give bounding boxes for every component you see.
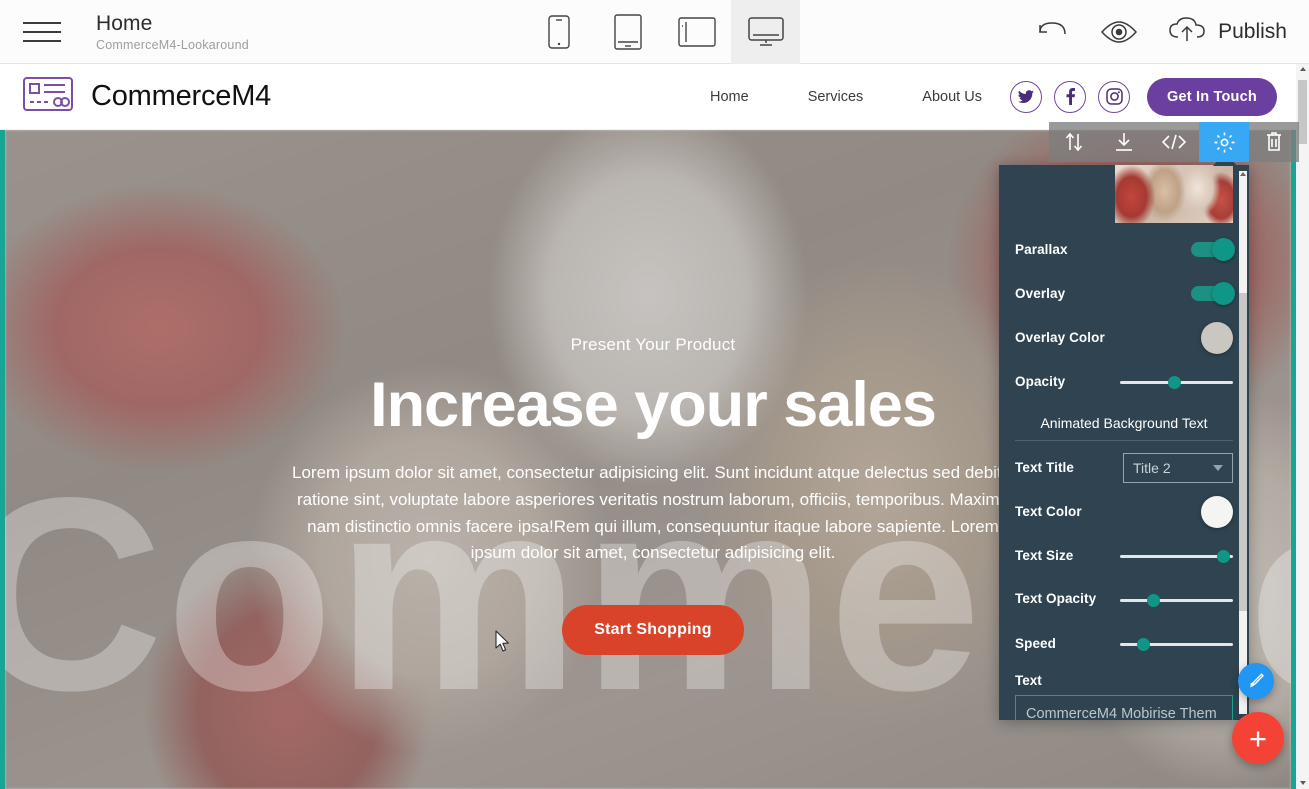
text-opacity-label: Text Opacity — [1015, 591, 1097, 607]
brand[interactable]: CommerceM4 — [22, 75, 271, 118]
text-size-slider[interactable] — [1120, 545, 1233, 567]
device-tablet-landscape-button[interactable] — [662, 0, 731, 64]
text-color-row: Text Color — [1015, 494, 1233, 529]
code-icon[interactable] — [1149, 122, 1199, 162]
page-scrollbar[interactable] — [1296, 64, 1309, 789]
text-title-select[interactable]: Title 2 — [1123, 452, 1233, 483]
editor-root: Home CommerceM4-Lookaround Publish Comme… — [0, 0, 1309, 789]
device-desktop-button[interactable] — [731, 0, 800, 64]
twitter-icon[interactable] — [1010, 80, 1042, 113]
page-title: Home — [96, 11, 153, 35]
overlay-color-label: Overlay Color — [1015, 330, 1105, 345]
site-navbar: CommerceM4 Home Services About Us Get In… — [0, 64, 1296, 130]
pen-icon[interactable] — [1238, 663, 1274, 699]
social-links — [1010, 80, 1130, 113]
speed-label: Speed — [1015, 636, 1057, 651]
device-tablet-portrait-button[interactable] — [593, 0, 662, 64]
overlay-color-row: Overlay Color — [1015, 320, 1233, 355]
trash-icon[interactable] — [1249, 122, 1299, 162]
background-image-thumbnail[interactable] — [1115, 165, 1233, 223]
parallax-row: Parallax — [1015, 232, 1235, 267]
text-color-swatch[interactable] — [1201, 495, 1233, 528]
text-opacity-slider[interactable] — [1120, 589, 1233, 611]
download-icon[interactable] — [1099, 122, 1149, 162]
start-shopping-button[interactable]: Start Shopping — [562, 604, 744, 655]
device-preview-group — [524, 0, 800, 64]
block-toolbar — [1049, 122, 1299, 162]
animated-text-input[interactable] — [1015, 695, 1233, 720]
site-nav-links: Home Services About Us — [710, 89, 982, 105]
publish-button[interactable]: Publish — [1168, 16, 1287, 49]
overlay-color-swatch[interactable] — [1201, 321, 1233, 354]
speed-row: Speed — [1015, 626, 1233, 661]
page-subtitle: CommerceM4-Lookaround — [96, 37, 249, 52]
animated-bg-text-section-title: Animated Background Text — [1015, 415, 1233, 441]
nav-link-services[interactable]: Services — [808, 89, 864, 105]
editor-actions: Publish — [1036, 0, 1287, 64]
instagram-icon[interactable] — [1098, 80, 1130, 113]
publish-label: Publish — [1218, 20, 1287, 43]
facebook-icon[interactable] — [1054, 80, 1086, 113]
hero-title: Increase your sales — [370, 370, 937, 440]
panel-scrollbar[interactable] — [1239, 171, 1247, 714]
parallax-toggle[interactable] — [1191, 238, 1235, 261]
text-field-label: Text — [1015, 673, 1042, 688]
hero-kicker: Present Your Product — [570, 335, 736, 354]
hero-paragraph: Lorem ipsum dolor sit amet, consectetur … — [292, 463, 1014, 563]
nav-link-home[interactable]: Home — [710, 89, 749, 105]
brand-name: CommerceM4 — [91, 80, 272, 112]
move-block-icon[interactable] — [1049, 122, 1099, 162]
hamburger-icon[interactable] — [10, 21, 74, 42]
device-mobile-button[interactable] — [524, 0, 593, 64]
page-title-group: Home CommerceM4-Lookaround — [96, 12, 249, 52]
opacity-slider[interactable] — [1120, 371, 1233, 393]
overlay-row: Overlay — [1015, 276, 1235, 311]
cloud-upload-icon — [1168, 16, 1208, 49]
text-size-label: Text Size — [1015, 548, 1074, 563]
opacity-label: Opacity — [1015, 374, 1066, 389]
parallax-label: Parallax — [1015, 242, 1068, 257]
overlay-label: Overlay — [1015, 286, 1066, 301]
opacity-row: Opacity — [1015, 364, 1233, 399]
text-size-row: Text Size — [1015, 538, 1233, 573]
editor-top-bar: Home CommerceM4-Lookaround Publish — [0, 0, 1309, 64]
text-title-value: Title 2 — [1133, 459, 1171, 476]
nav-link-about-us[interactable]: About Us — [922, 89, 982, 105]
undo-icon[interactable] — [1036, 19, 1070, 45]
plus-icon[interactable]: + — [1232, 712, 1284, 764]
text-title-label: Text Title — [1015, 460, 1075, 475]
text-opacity-row: Text Opacity — [1015, 582, 1233, 617]
text-color-label: Text Color — [1015, 504, 1082, 519]
block-settings-panel: Parallax Overlay Overlay Color Opacity A… — [999, 165, 1249, 720]
card-logo-icon — [22, 75, 74, 118]
eye-icon[interactable] — [1100, 19, 1138, 45]
speed-slider[interactable] — [1120, 633, 1233, 655]
gear-icon[interactable] — [1199, 122, 1249, 162]
get-in-touch-button[interactable]: Get In Touch — [1147, 77, 1277, 116]
text-title-row: Text Title Title 2 — [1015, 450, 1233, 485]
chevron-down-icon — [1213, 464, 1223, 471]
overlay-toggle[interactable] — [1191, 282, 1235, 305]
